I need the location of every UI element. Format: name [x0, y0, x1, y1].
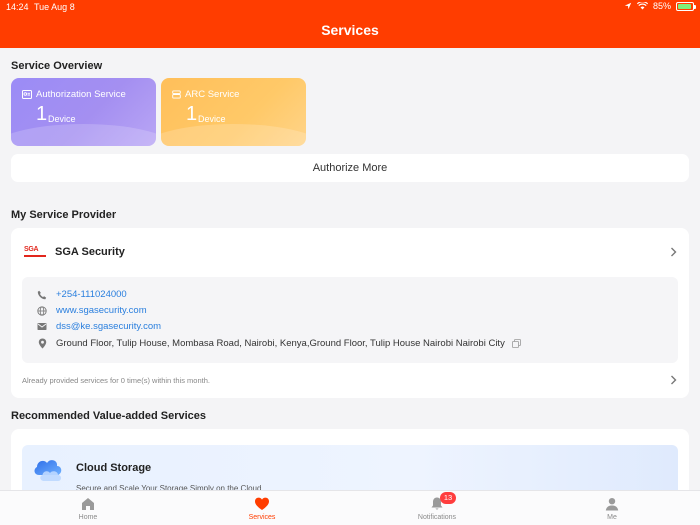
location-icon [624, 2, 632, 10]
phone-icon [37, 290, 47, 300]
arc-service-card[interactable]: ARC Service 1 Device [161, 78, 306, 146]
tab-me-label: Me [607, 514, 617, 521]
service-provider-card[interactable]: SGA SGA Security +254-111024000 www.sgas… [11, 228, 689, 398]
cloud-icon [34, 460, 62, 481]
tab-me[interactable]: Me [572, 496, 652, 521]
chevron-right-icon[interactable] [670, 374, 677, 388]
phone-row[interactable]: +254-111024000 [37, 289, 127, 300]
authorization-device-unit: Device [48, 114, 76, 124]
status-date: Tue Aug 8 [34, 2, 75, 12]
wifi-icon [636, 2, 648, 10]
globe-icon [37, 305, 47, 316]
tab-notifications[interactable]: 13 Notifications [397, 492, 477, 521]
page-title: Services [321, 22, 379, 38]
arc-service-label: ARC Service [185, 89, 240, 100]
provided-services-note: Already provided services for 0 time(s) … [22, 376, 210, 385]
sga-logo: SGA [24, 245, 46, 257]
authorization-service-label: Authorization Service [36, 89, 126, 100]
battery-icon [676, 1, 696, 11]
heart-icon [255, 497, 269, 510]
bottom-tab-bar: Home Services 13 Notifications Me [0, 490, 700, 525]
provider-name: SGA Security [55, 246, 125, 258]
website-row[interactable]: www.sgasecurity.com [37, 305, 147, 316]
authorization-device-count: 1 [36, 103, 48, 125]
copy-icon[interactable] [511, 339, 521, 348]
app-header: 14:24 Tue Aug 8 85% Services [0, 0, 700, 48]
tab-home[interactable]: Home [48, 496, 128, 521]
email-link[interactable]: dss@ke.sgasecurity.com [56, 321, 161, 332]
location-pin-icon [37, 338, 47, 349]
authorization-icon [22, 90, 32, 99]
authorization-service-card[interactable]: Authorization Service 1 Device [11, 78, 156, 146]
tab-services-label: Services [248, 514, 276, 521]
notifications-badge: 13 [440, 492, 456, 504]
provider-address: Ground Floor, Tulip House, Mombasa Road,… [56, 338, 505, 349]
status-bar: 14:24 Tue Aug 8 85% [0, 0, 700, 14]
authorize-more-button[interactable]: Authorize More [11, 154, 689, 182]
tab-notifications-label: Notifications [417, 514, 457, 521]
recommended-services-title: Recommended Value-added Services [11, 410, 207, 422]
tab-services[interactable]: Services [222, 496, 302, 521]
my-service-provider-title: My Service Provider [11, 209, 117, 221]
person-icon [605, 498, 619, 511]
chevron-right-icon[interactable] [670, 246, 677, 260]
address-row: Ground Floor, Tulip House, Mombasa Road,… [37, 338, 521, 349]
battery-percent: 85% [652, 1, 671, 11]
tab-home-label: Home [78, 514, 98, 521]
arc-icon [172, 90, 181, 99]
provider-contact-info: +254-111024000 www.sgasecurity.com dss@k… [22, 277, 678, 363]
recommended-services-card: Cloud Storage Secure and Scale Your Stor… [11, 429, 689, 499]
status-time: 14:24 [6, 2, 29, 12]
phone-link[interactable]: +254-111024000 [56, 289, 127, 300]
email-row[interactable]: dss@ke.sgasecurity.com [37, 321, 161, 332]
cloud-storage-title: Cloud Storage [76, 462, 152, 474]
website-link[interactable]: www.sgasecurity.com [56, 305, 147, 316]
status-right: 85% [624, 1, 696, 11]
arc-device-unit: Device [198, 114, 226, 124]
arc-device-count: 1 [186, 103, 198, 125]
home-icon [82, 498, 94, 510]
mail-icon [37, 322, 47, 332]
service-overview-title: Service Overview [11, 60, 103, 72]
